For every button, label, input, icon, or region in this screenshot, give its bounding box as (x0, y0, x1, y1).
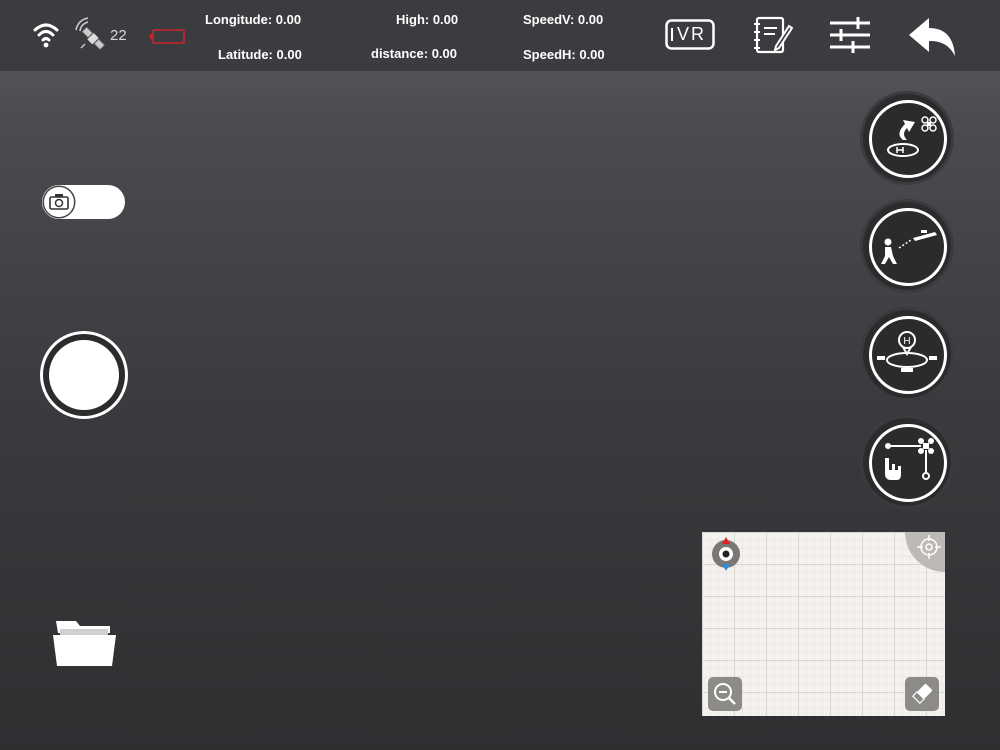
speedv-value: 0.00 (577, 12, 604, 27)
waypoint-flight-button[interactable] (863, 418, 951, 506)
eraser-icon (911, 683, 933, 705)
wifi-icon (33, 20, 59, 53)
follow-me-icon (881, 230, 937, 264)
battery-icon (150, 28, 186, 51)
compass-button[interactable] (708, 536, 744, 577)
compass-icon (712, 537, 740, 571)
high-value: 0.00 (432, 12, 459, 27)
settings-sliders-icon (830, 17, 870, 53)
speedv-readout: SpeedV: 0.00 (523, 12, 603, 27)
top-status-bar: 22 Longitude: 0.00 Latitude: 0.00 High: … (0, 0, 1000, 71)
flight-log-button[interactable] (752, 14, 794, 61)
latitude-value: 0.00 (276, 47, 302, 62)
high-readout: High: 0.00 (396, 12, 458, 27)
locate-button[interactable] (916, 534, 942, 565)
vr-mode-button[interactable]: VR (665, 19, 715, 50)
camera-icon (49, 194, 69, 210)
speedh-value: 0.00 (579, 47, 605, 62)
follow-me-button[interactable] (863, 202, 951, 290)
speedh-readout: SpeedH: 0.00 (523, 47, 605, 62)
speedv-label: SpeedV: (523, 12, 578, 27)
return-home-button[interactable] (863, 94, 951, 182)
satellite-icon (73, 16, 109, 59)
longitude-readout: Longitude: 0.00 (205, 12, 301, 27)
clear-route-button[interactable] (905, 677, 939, 711)
back-arrow-icon (909, 18, 955, 56)
distance-value: 0.00 (431, 46, 457, 61)
waypoint-flight-icon (885, 438, 934, 480)
distance-readout: distance: 0.00 (371, 46, 457, 61)
locate-icon (917, 535, 941, 559)
settings-button[interactable] (829, 14, 871, 61)
latitude-label: Latitude: (218, 47, 277, 62)
latitude-readout: Latitude: 0.00 (218, 47, 302, 62)
flight-log-icon (754, 16, 794, 54)
longitude-label: Longitude: (205, 12, 276, 27)
speedh-label: SpeedH: (523, 47, 580, 62)
shutter-button[interactable] (40, 331, 128, 419)
back-button[interactable] (907, 16, 957, 63)
media-folder-button[interactable] (52, 617, 118, 674)
high-label: High: (396, 12, 433, 27)
mini-map[interactable] (702, 532, 945, 716)
shutter-inner (49, 340, 119, 410)
zoom-out-button[interactable] (708, 677, 742, 711)
folder-icon (53, 621, 116, 666)
distance-label: distance: (371, 46, 432, 61)
return-home-icon (887, 116, 937, 157)
toggle-knob (44, 187, 74, 217)
longitude-value: 0.00 (275, 12, 302, 27)
svg-text:H: H (903, 336, 910, 347)
zoom-out-icon (714, 683, 736, 705)
camera-video-toggle[interactable] (42, 185, 125, 219)
satellite-count: 22 (110, 27, 127, 44)
vr-label: VR (677, 24, 707, 44)
orbit-point-button[interactable]: H (863, 310, 951, 398)
orbit-point-icon: H (877, 331, 937, 372)
